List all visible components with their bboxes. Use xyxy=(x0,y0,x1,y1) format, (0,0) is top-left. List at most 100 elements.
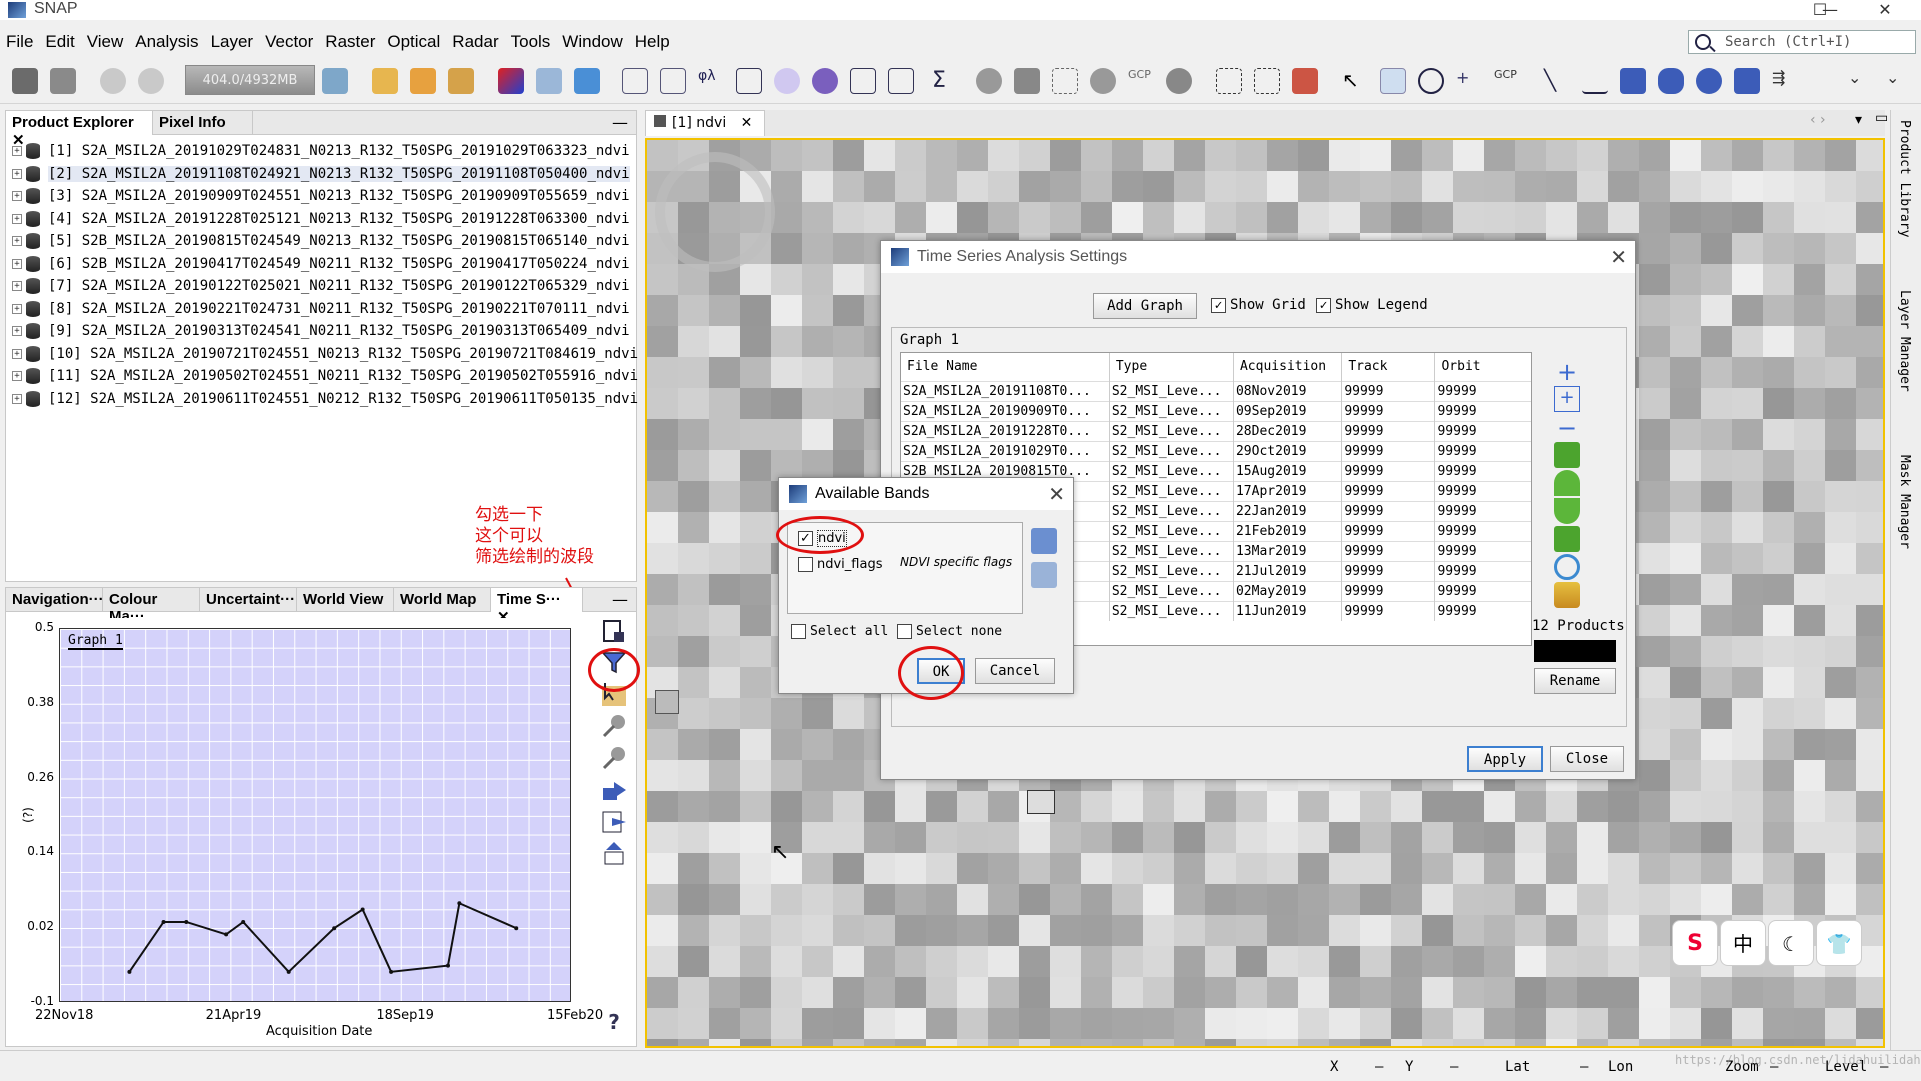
expand-icon[interactable]: + xyxy=(12,348,22,359)
refresh-icon[interactable] xyxy=(1554,554,1580,580)
graph-builder-icon[interactable] xyxy=(320,66,350,96)
expand-icon[interactable]: + xyxy=(12,258,22,269)
tab-world-view[interactable]: World View xyxy=(297,588,394,612)
expand-icon[interactable]: + xyxy=(12,303,22,314)
upload-icon[interactable] xyxy=(600,840,628,868)
minimize-panel-button[interactable]: — xyxy=(612,113,628,132)
scatter-plot-icon[interactable] xyxy=(848,66,878,96)
close-icon[interactable]: ✕ xyxy=(1048,482,1065,507)
product-tree-item[interactable]: + [5] S2B_MSIL2A_20190815T024549_N0213_R1… xyxy=(12,233,630,255)
memory-indicator[interactable]: 404.0/4932MB xyxy=(185,65,315,95)
polyline-draw-icon[interactable] xyxy=(1580,66,1610,96)
ime-chinese-mode-icon[interactable]: 中 xyxy=(1720,920,1766,966)
histogram-icon[interactable] xyxy=(734,66,764,96)
ime-moon-icon[interactable]: ☾ xyxy=(1768,920,1814,966)
chevron-down-icon-2[interactable]: ⌄ xyxy=(1884,66,1914,96)
subset-icon[interactable] xyxy=(1290,66,1320,96)
plot-area[interactable]: Graph 1 xyxy=(59,628,571,1002)
sum-icon[interactable]: Σ xyxy=(924,66,954,96)
ellipse-draw-icon[interactable] xyxy=(1694,66,1724,96)
clear-icon[interactable] xyxy=(1554,582,1580,608)
menu-tools[interactable]: Tools xyxy=(505,28,557,52)
time-series-plot-icon[interactable] xyxy=(886,66,916,96)
pin-tool-icon[interactable] xyxy=(1012,66,1042,96)
overlay-icon[interactable] xyxy=(1164,66,1194,96)
expand-icon[interactable]: + xyxy=(12,371,22,381)
statistics-icon[interactable] xyxy=(810,66,840,96)
product-tree-item[interactable]: + [3] S2A_MSIL2A_20190909T024551_N0213_R1… xyxy=(12,188,630,210)
expand-icon[interactable]: + xyxy=(12,236,22,246)
pin-icon[interactable] xyxy=(600,712,628,740)
pin-placing-icon[interactable]: + xyxy=(1454,66,1484,96)
move-down-icon[interactable] xyxy=(1554,498,1580,524)
mask-tool-icon[interactable] xyxy=(974,66,1004,96)
image-view-icon[interactable] xyxy=(534,66,564,96)
slider-handle[interactable] xyxy=(655,690,679,714)
graph-color-swatch[interactable] xyxy=(1534,640,1616,662)
menu-help[interactable]: Help xyxy=(629,28,676,52)
ime-logo-icon[interactable]: S xyxy=(1672,920,1718,966)
tab-product-library[interactable]: Product Library xyxy=(1897,120,1912,237)
spectrum-icon[interactable]: φλ xyxy=(696,66,726,96)
remove-product-icon[interactable]: − xyxy=(1554,414,1580,442)
tab-uncertainty[interactable]: Uncertaint··· xyxy=(200,588,297,612)
navigation-compass-icon[interactable] xyxy=(655,152,775,272)
band-select-icon[interactable] xyxy=(446,66,476,96)
range-finder-icon[interactable] xyxy=(1732,66,1762,96)
menu-analysis[interactable]: Analysis xyxy=(129,28,204,52)
expand-icon[interactable]: + xyxy=(12,281,22,291)
tab-navigation[interactable]: Navigation··· xyxy=(6,588,104,612)
menu-radar[interactable]: Radar xyxy=(446,28,504,52)
open-icon[interactable] xyxy=(1031,528,1057,554)
gcp-manager-icon[interactable]: GCP xyxy=(1126,66,1156,96)
product-tree-item[interactable]: + [12] S2A_MSIL2A_20190611T024551_N0212_R… xyxy=(12,390,638,413)
pin-manager-icon[interactable] xyxy=(1088,66,1118,96)
settings-icon[interactable] xyxy=(600,618,628,646)
apply-button[interactable]: Apply xyxy=(1467,746,1543,772)
chevron-down-icon[interactable]: ⌄ xyxy=(1846,66,1876,96)
toolbar-more-icon[interactable]: ⇶ xyxy=(1770,66,1800,96)
search-input[interactable]: Search (Ctrl+I) xyxy=(1688,30,1916,54)
menu-layer[interactable]: Layer xyxy=(205,28,260,52)
information-icon[interactable] xyxy=(772,66,802,96)
rgb-image-icon[interactable] xyxy=(496,66,526,96)
tab-scroll-left-icon[interactable]: ‹ › xyxy=(1810,112,1826,128)
open-product-button[interactable] xyxy=(10,66,40,96)
add-product-icon[interactable]: + xyxy=(1554,358,1580,386)
product-tree-item[interactable]: + [7] S2A_MSIL2A_20190122T025021_N0211_R1… xyxy=(12,278,630,300)
polygon-draw-icon[interactable] xyxy=(1656,66,1686,96)
maximize-button[interactable]: ☐ xyxy=(1805,0,1835,20)
expand-icon[interactable]: + xyxy=(12,168,22,179)
zoom-tool-icon[interactable] xyxy=(1416,66,1446,96)
close-icon[interactable]: ✕ xyxy=(741,115,753,131)
expand-icon[interactable]: + xyxy=(12,326,22,336)
tab-time-series[interactable]: Time S··· ✕ xyxy=(491,588,583,626)
tab-world-map[interactable]: World Map xyxy=(394,588,491,612)
column-header[interactable]: Track xyxy=(1341,353,1436,381)
move-top-icon[interactable] xyxy=(1554,442,1580,468)
select-all-checkbox[interactable]: Select all xyxy=(791,624,888,639)
move-bottom-icon[interactable] xyxy=(1554,526,1580,552)
world-wind-icon[interactable] xyxy=(572,66,602,96)
tab-layer-manager[interactable]: Layer Manager xyxy=(1897,290,1912,392)
menu-file[interactable]: File xyxy=(0,28,39,52)
redo-button[interactable] xyxy=(136,66,166,96)
band-item-ndvi-flags[interactable]: ndvi_flags xyxy=(798,557,882,572)
chevron-down-icon[interactable]: ▾ xyxy=(1855,112,1862,128)
menu-edit[interactable]: Edit xyxy=(39,28,80,52)
tab-mask-manager[interactable]: Mask Manager xyxy=(1897,455,1912,549)
product-tree-item[interactable]: + [4] S2A_MSIL2A_20191228T025121_N0213_R1… xyxy=(12,210,630,233)
close-icon[interactable]: ✕ xyxy=(1610,245,1627,270)
edit-icon[interactable] xyxy=(658,66,688,96)
product-tree-item[interactable]: + [1] S2A_MSIL2A_20191029T024831_N0213_R1… xyxy=(12,143,630,165)
product-tree-item[interactable]: + [2] S2A_MSIL2A_20191108T024921_N0213_R1… xyxy=(12,165,630,188)
add-graph-button[interactable]: Add Graph xyxy=(1093,293,1197,319)
table-row[interactable]: S2A_MSIL2A_20191108T0... S2_MSI_Leve... 08… xyxy=(901,380,1531,401)
add-products-icon[interactable]: + xyxy=(1554,386,1580,412)
table-row[interactable]: S2A_MSIL2A_20190909T0... S2_MSI_Leve... 09… xyxy=(901,400,1531,421)
table-row[interactable]: S2A_MSIL2A_20191029T0... S2_MSI_Leve... 29… xyxy=(901,440,1531,461)
save-icon[interactable] xyxy=(1031,562,1057,588)
tab-colour-manipulation[interactable]: Colour Ma··· xyxy=(103,588,200,625)
product-tree-item[interactable]: + [9] S2A_MSIL2A_20190313T024541_N0211_R1… xyxy=(12,323,630,345)
column-header[interactable]: Acquisition xyxy=(1233,353,1343,381)
